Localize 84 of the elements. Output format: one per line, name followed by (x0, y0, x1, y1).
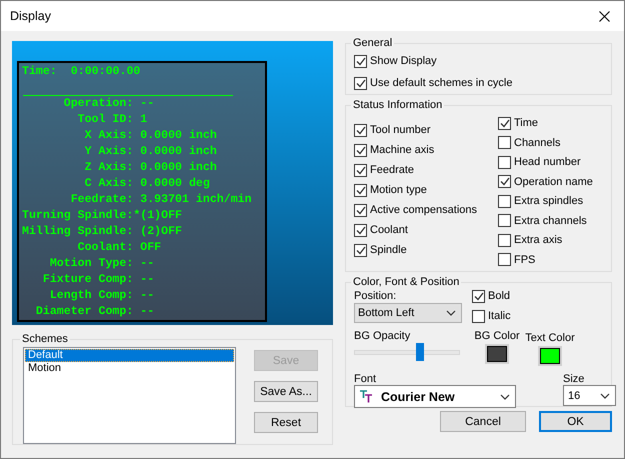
color-swatch[interactable] (540, 348, 560, 364)
group-title: Schemes (21, 333, 69, 345)
size-dropdown[interactable]: 16 (563, 385, 616, 406)
checkbox[interactable] (354, 244, 367, 256)
checkbox-label[interactable]: Feedrate (370, 164, 414, 176)
time-label: Time: (22, 64, 57, 80)
checkbox[interactable] (498, 175, 511, 188)
checkbox-label[interactable]: FPS (514, 254, 536, 266)
font-label: Font (354, 373, 378, 385)
checkbox-label[interactable]: Italic (488, 310, 511, 322)
checkbox[interactable] (498, 234, 511, 246)
dialog-button[interactable]: OK (539, 411, 612, 432)
checkbox-label[interactable]: Extra axis (514, 234, 562, 246)
checkbox[interactable] (354, 144, 367, 156)
status-line: C Axis: 0.0000 deg (84, 176, 210, 192)
status-line: Tool ID: 1 (76, 112, 148, 128)
checkbox[interactable] (498, 156, 511, 168)
checkbox-label[interactable]: Show Display (370, 55, 437, 67)
list-item[interactable]: Motion (25, 362, 234, 375)
checkbox-label[interactable]: Use default schemes in cycle (370, 77, 512, 89)
status-line: Length Comp: -- (48, 288, 154, 304)
checkbox-label[interactable]: Active compensations (370, 204, 477, 216)
checkbox-label[interactable]: Tool number (370, 124, 431, 136)
checkbox-label[interactable]: Time (514, 117, 538, 129)
checkbox-label[interactable]: Coolant (370, 224, 408, 236)
checkbox[interactable] (498, 194, 511, 208)
status-line: X Axis: 0.0000 inch (84, 128, 217, 144)
checkbox-label[interactable]: Extra channels (514, 214, 587, 226)
checkbox[interactable] (354, 124, 367, 136)
checkbox[interactable] (472, 290, 485, 302)
status-line: Feedrate: 3.93701 inch/min (70, 192, 252, 208)
size-label: Size (563, 373, 586, 385)
text-color-label: Text Color (525, 332, 575, 344)
group-title: Color, Font & Position (352, 276, 460, 288)
status-line: Turning Spindle:*(1)OFF (22, 208, 182, 224)
checkbox[interactable] (472, 310, 485, 322)
status-line: Motion Type: -- (48, 256, 154, 272)
checkbox[interactable] (354, 164, 367, 176)
checkbox[interactable] (498, 136, 511, 149)
dialog-button[interactable]: Cancel (440, 411, 526, 432)
scheme-button[interactable]: Reset (254, 412, 318, 433)
close-icon[interactable] (598, 10, 610, 22)
position-label: Position: (354, 290, 398, 302)
caret-icon (500, 394, 510, 400)
opacity-slider[interactable] (354, 343, 460, 361)
status-line: Diameter Comp: -- (34, 304, 154, 320)
checkbox[interactable] (354, 54, 367, 68)
font-icon (359, 390, 373, 403)
checkbox[interactable] (354, 224, 367, 236)
checkbox-label[interactable]: Operation name (514, 176, 593, 188)
position-dropdown[interactable]: Bottom Left (354, 303, 462, 323)
checkbox[interactable] (498, 214, 511, 227)
checkbox-label[interactable]: Bold (488, 290, 510, 302)
color-swatch[interactable] (487, 346, 507, 362)
status-line: Operation: -- (62, 96, 154, 112)
checkbox-label[interactable]: Channels (514, 136, 560, 148)
status-line: Milling Spindle: (2)OFF (22, 224, 182, 240)
checkbox-label[interactable]: Extra spindles (514, 195, 584, 207)
caret-icon (446, 310, 456, 316)
schemes-list[interactable]: Default Motion (23, 347, 236, 444)
group-title: Status Information (352, 99, 444, 111)
time-value: 0:00:00.00 (70, 64, 140, 80)
window-title: Display (10, 9, 51, 23)
status-line: Z Axis: 0.0000 inch (84, 160, 217, 176)
status-line: Fixture Comp: -- (42, 272, 154, 288)
checkbox[interactable] (498, 253, 511, 266)
list-item[interactable]: Default (25, 349, 234, 362)
checkbox[interactable] (354, 184, 367, 196)
status-line: Y Axis: 0.0000 inch (84, 144, 217, 160)
checkbox[interactable] (498, 116, 511, 130)
group-title: General (352, 37, 394, 49)
caret-icon (600, 392, 610, 398)
slider-thumb[interactable] (416, 343, 424, 361)
checkbox-label[interactable]: Machine axis (370, 144, 434, 156)
checkbox-label[interactable]: Spindle (370, 244, 407, 256)
font-dropdown[interactable]: Courier New (354, 385, 516, 408)
checkbox[interactable] (354, 76, 367, 90)
checkbox-label[interactable]: Head number (514, 156, 581, 168)
opacity-label: BG Opacity (354, 330, 412, 342)
bg-color-label: BG Color (474, 330, 520, 342)
checkbox-label[interactable]: Motion type (370, 184, 427, 196)
checkbox[interactable] (354, 204, 367, 216)
scheme-button[interactable]: Save As... (254, 381, 318, 402)
status-line: Coolant: OFF (76, 240, 162, 256)
